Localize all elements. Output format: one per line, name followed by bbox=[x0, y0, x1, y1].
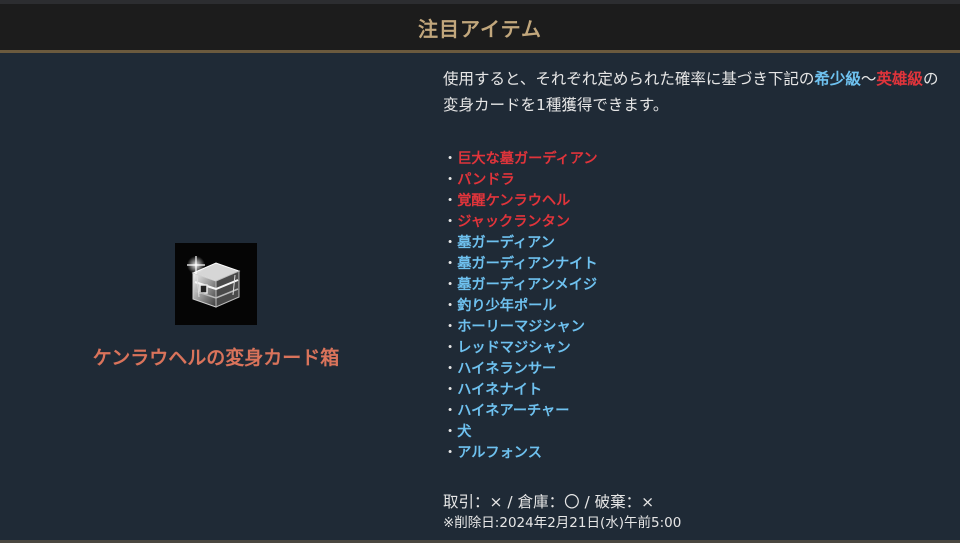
card-name: 覚醒ケンラウヘル bbox=[457, 193, 571, 209]
hero-grade-label: 英雄級 bbox=[876, 70, 923, 88]
card-list: ・巨大な墓ガーディアン ・パンドラ ・覚醒ケンラウヘル ・ジャックランタン ・墓… bbox=[443, 149, 948, 464]
item-details: 使用すると、それぞれ定められた確率に基づき下記の希少級～英雄級の変身カードを1種… bbox=[443, 66, 948, 533]
card-name: パンドラ bbox=[457, 172, 515, 188]
list-item: ・墓ガーディアン bbox=[443, 233, 948, 254]
list-bullet: ・ bbox=[443, 256, 458, 272]
deletion-note: ※削除日:2024年2月21日(水)午前5:00 bbox=[443, 515, 682, 531]
list-bullet: ・ bbox=[443, 424, 458, 440]
list-item: ・ハイネアーチャー bbox=[443, 401, 948, 422]
list-bullet: ・ bbox=[443, 445, 458, 461]
header-title: 注目アイテム bbox=[418, 16, 542, 41]
header-bar: 注目アイテム bbox=[0, 4, 960, 50]
list-item: ・アルフォンス bbox=[443, 443, 948, 464]
item-description: 使用すると、それぞれ定められた確率に基づき下記の希少級～英雄級の変身カードを1種… bbox=[443, 66, 948, 118]
card-name: ハイネアーチャー bbox=[457, 403, 570, 419]
list-bullet: ・ bbox=[443, 151, 458, 167]
list-bullet: ・ bbox=[443, 235, 458, 251]
treasure-chest-icon bbox=[175, 243, 257, 325]
card-name: 巨大な墓ガーディアン bbox=[457, 151, 598, 167]
list-item: ・ホーリーマジシャン bbox=[443, 317, 948, 338]
card-name: ハイネナイト bbox=[457, 382, 543, 398]
card-name: 墓ガーディアンメイジ bbox=[457, 277, 598, 293]
list-bullet: ・ bbox=[443, 319, 458, 335]
list-bullet: ・ bbox=[443, 172, 458, 188]
list-bullet: ・ bbox=[443, 382, 458, 398]
list-item: ・墓ガーディアンメイジ bbox=[443, 275, 948, 296]
card-name: アルフォンス bbox=[457, 445, 542, 461]
list-bullet: ・ bbox=[443, 403, 458, 419]
card-name: 墓ガーディアンナイト bbox=[457, 256, 598, 272]
list-bullet: ・ bbox=[443, 214, 458, 230]
list-item: ・釣り少年ポール bbox=[443, 296, 948, 317]
card-name: ジャックランタン bbox=[457, 214, 570, 230]
card-name: ハイネランサー bbox=[457, 361, 557, 377]
list-bullet: ・ bbox=[443, 340, 458, 356]
list-item: ・巨大な墓ガーディアン bbox=[443, 149, 948, 170]
rare-grade-label: 希少級 bbox=[814, 70, 861, 88]
list-bullet: ・ bbox=[443, 193, 458, 209]
list-item: ・墓ガーディアンナイト bbox=[443, 254, 948, 275]
card-name: レッドマジシャン bbox=[457, 340, 571, 356]
list-item: ・ハイネランサー bbox=[443, 359, 948, 380]
card-name: 墓ガーディアン bbox=[457, 235, 555, 251]
list-item: ・ハイネナイト bbox=[443, 380, 948, 401]
trade-info: 取引：× / 倉庫：〇 / 破棄：× bbox=[443, 493, 655, 511]
list-bullet: ・ bbox=[443, 277, 458, 293]
item-showcase: ケンラウヘルの変身カード箱 bbox=[0, 53, 432, 540]
description-text: 使用すると、それぞれ定められた確率に基づき下記の bbox=[443, 70, 815, 88]
card-name: 犬 bbox=[457, 424, 472, 440]
item-name: ケンラウヘルの変身カード箱 bbox=[92, 347, 340, 369]
list-bullet: ・ bbox=[443, 361, 458, 377]
featured-item-panel: 注目アイテム ケンラウヘルの変身カード箱 使用すると、それぞれ定められた確率に基… bbox=[0, 0, 960, 543]
card-name: ホーリーマジシャン bbox=[457, 319, 585, 335]
list-item: ・犬 bbox=[443, 422, 948, 443]
list-item: ・ジャックランタン bbox=[443, 212, 948, 233]
list-item: ・覚醒ケンラウヘル bbox=[443, 191, 948, 212]
card-name: 釣り少年ポール bbox=[457, 298, 557, 314]
list-item: ・パンドラ bbox=[443, 170, 948, 191]
list-bullet: ・ bbox=[443, 298, 458, 314]
list-item: ・レッドマジシャン bbox=[443, 338, 948, 359]
description-tilde: ～ bbox=[860, 70, 877, 88]
